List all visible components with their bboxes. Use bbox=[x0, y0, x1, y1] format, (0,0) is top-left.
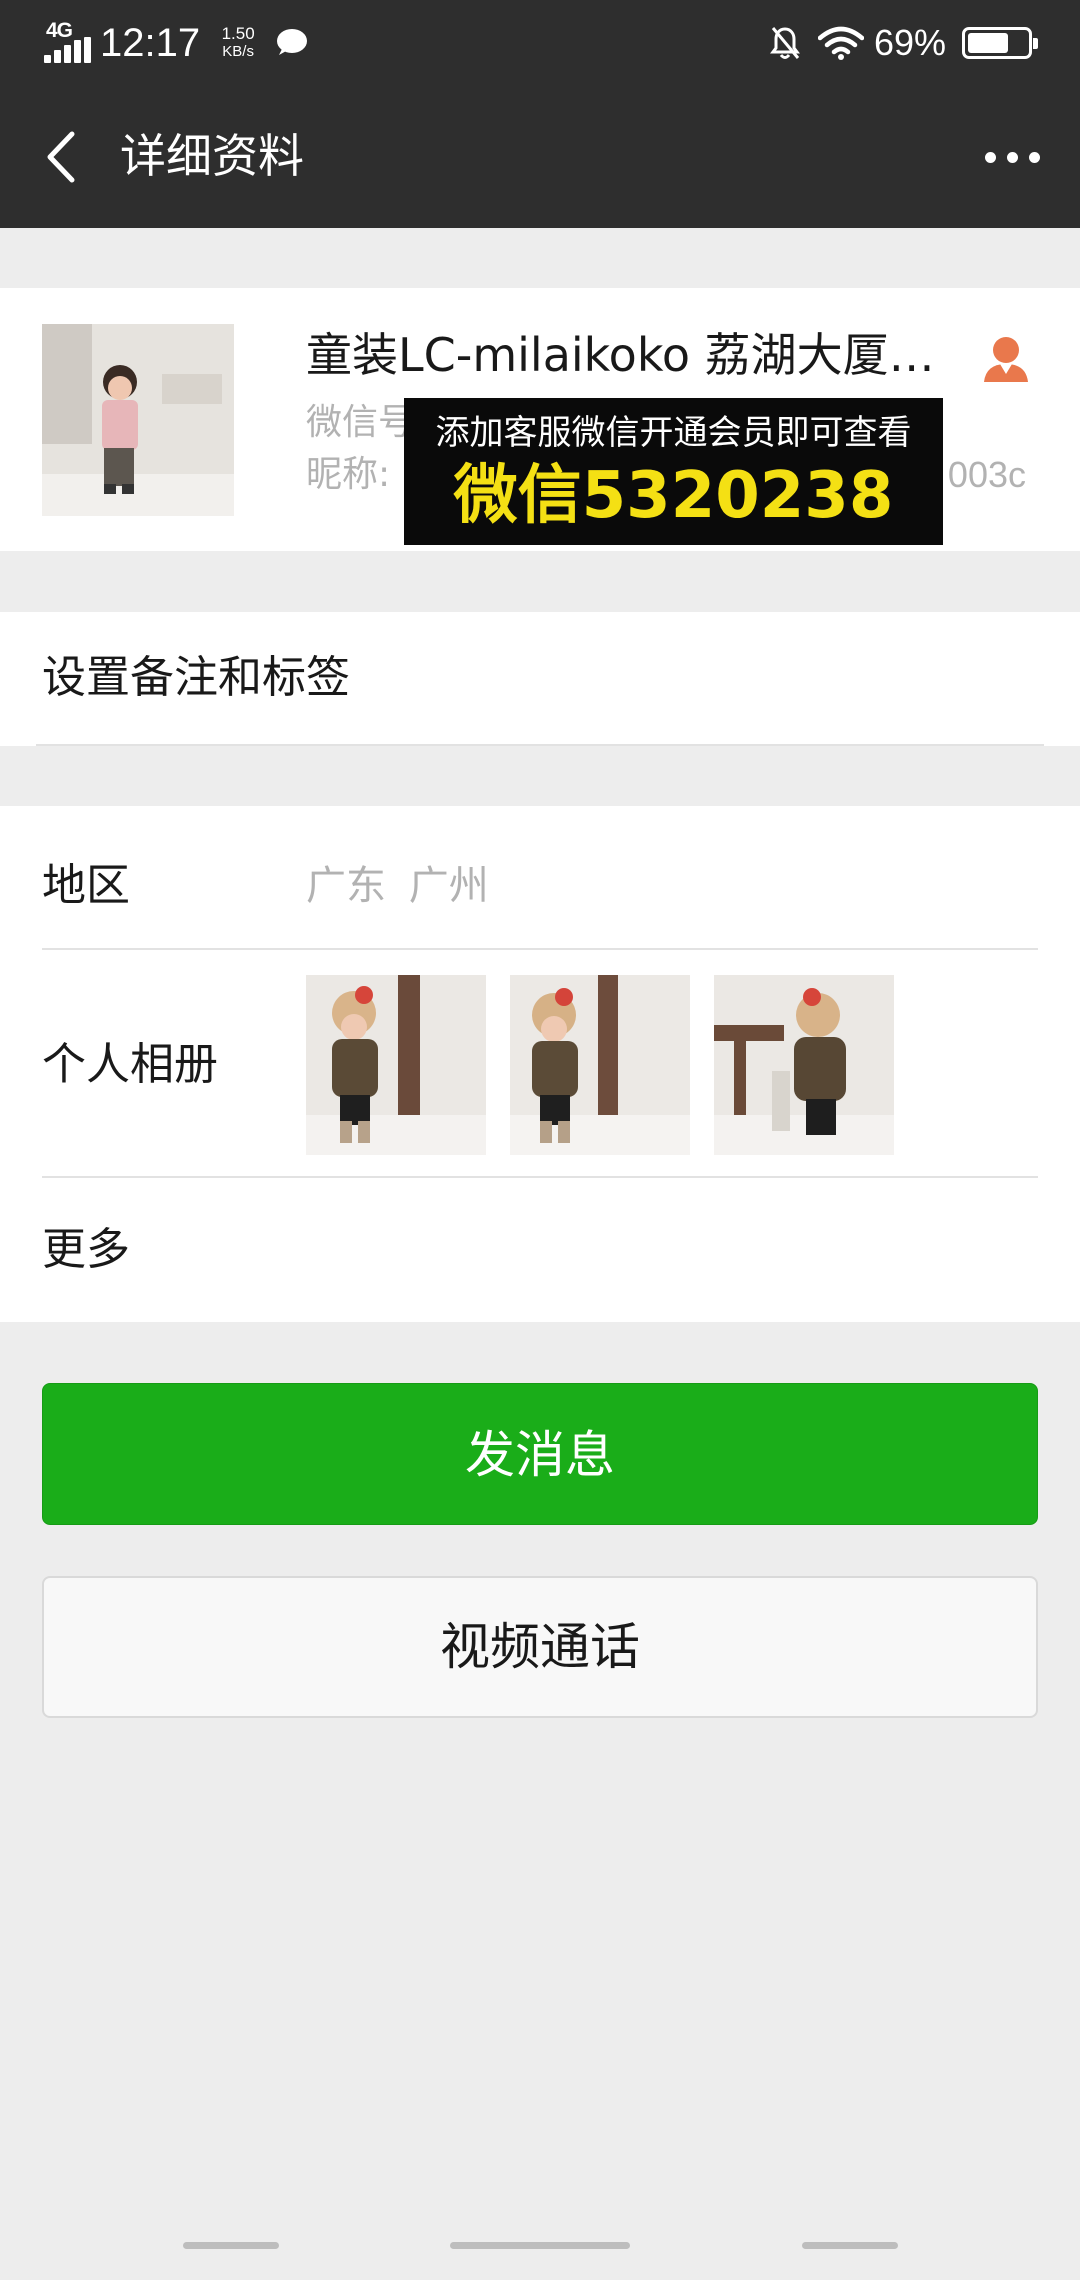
chat-bubble-icon bbox=[277, 29, 308, 55]
chevron-left-icon bbox=[47, 131, 75, 183]
region-label: 地区 bbox=[42, 860, 130, 911]
network-speed-unit: KB/s bbox=[222, 43, 254, 60]
album-label: 个人相册 bbox=[42, 1039, 218, 1090]
more-label: 更多 bbox=[42, 1224, 130, 1275]
more-dots-icon bbox=[984, 151, 996, 163]
nickname-label: 昵称: bbox=[306, 454, 391, 495]
promo-wechat-id: 微信5320238 bbox=[453, 459, 894, 533]
status-time: 12:17 bbox=[100, 20, 201, 65]
divider bbox=[36, 744, 1044, 746]
album-photo-image bbox=[714, 975, 894, 1155]
album-photo[interactable] bbox=[714, 975, 894, 1155]
page-title: 详细资料 bbox=[120, 129, 304, 183]
network-speed: 1.50 KB/s bbox=[214, 25, 262, 61]
status-right: 69% bbox=[769, 18, 1038, 68]
profile-card: 童装LC-milaikoko 荔湖大厦… 微信号 昵称: 003c 添加客服微信… bbox=[0, 288, 1080, 551]
title-bar: 详细资料 bbox=[0, 86, 1080, 228]
wifi-icon bbox=[817, 26, 864, 60]
network-speed-value: 1.50 bbox=[221, 24, 255, 43]
album-photo[interactable] bbox=[306, 975, 486, 1155]
nav-back-handle[interactable] bbox=[183, 2242, 279, 2249]
more-button[interactable] bbox=[972, 120, 1052, 194]
album-photo-image bbox=[510, 975, 690, 1155]
promo-text: 添加客服微信开通会员即可查看 bbox=[435, 413, 912, 453]
signal-bars bbox=[44, 37, 92, 63]
contact-name: 童装LC-milaikoko 荔湖大厦… bbox=[306, 328, 935, 382]
nickname-value-tail: 003c bbox=[947, 454, 1026, 495]
album-photo[interactable] bbox=[510, 975, 690, 1155]
battery-level-fill bbox=[968, 33, 1008, 53]
album-photo-image bbox=[306, 975, 486, 1155]
avatar[interactable] bbox=[42, 324, 234, 516]
battery-icon bbox=[962, 27, 1038, 59]
signal-icon: 4G bbox=[44, 19, 94, 65]
avatar-photo bbox=[42, 324, 234, 516]
person-icon bbox=[984, 337, 1028, 382]
remark-tags-row[interactable]: 设置备注和标签 bbox=[0, 612, 1080, 746]
status-left: 4G 12:17 1.50 KB/s bbox=[44, 18, 308, 68]
back-button[interactable] bbox=[30, 120, 94, 194]
region-value: 广东 广州 bbox=[306, 863, 489, 909]
nav-recents-handle[interactable] bbox=[802, 2242, 898, 2249]
battery-percent: 69% bbox=[873, 22, 946, 63]
divider bbox=[42, 1176, 1038, 1178]
video-call-button[interactable]: 视频通话 bbox=[42, 1576, 1038, 1718]
nav-home-handle[interactable] bbox=[450, 2242, 630, 2249]
remark-tags-label: 设置备注和标签 bbox=[42, 652, 350, 703]
divider bbox=[42, 948, 1038, 950]
contact-detail-screen: 4G 12:17 1.50 KB/s 69% 详细资料 童装LC-milaiko… bbox=[0, 0, 1080, 2280]
status-bar: 4G 12:17 1.50 KB/s 69% bbox=[0, 0, 1080, 86]
promo-overlay: 添加客服微信开通会员即可查看 微信5320238 bbox=[404, 398, 943, 545]
send-message-button[interactable]: 发消息 bbox=[42, 1383, 1038, 1525]
wechat-id-label: 微信号 bbox=[306, 402, 415, 443]
info-section: 地区 广东 广州 个人相册 更多 bbox=[0, 806, 1080, 1322]
bell-off-icon bbox=[769, 27, 800, 59]
